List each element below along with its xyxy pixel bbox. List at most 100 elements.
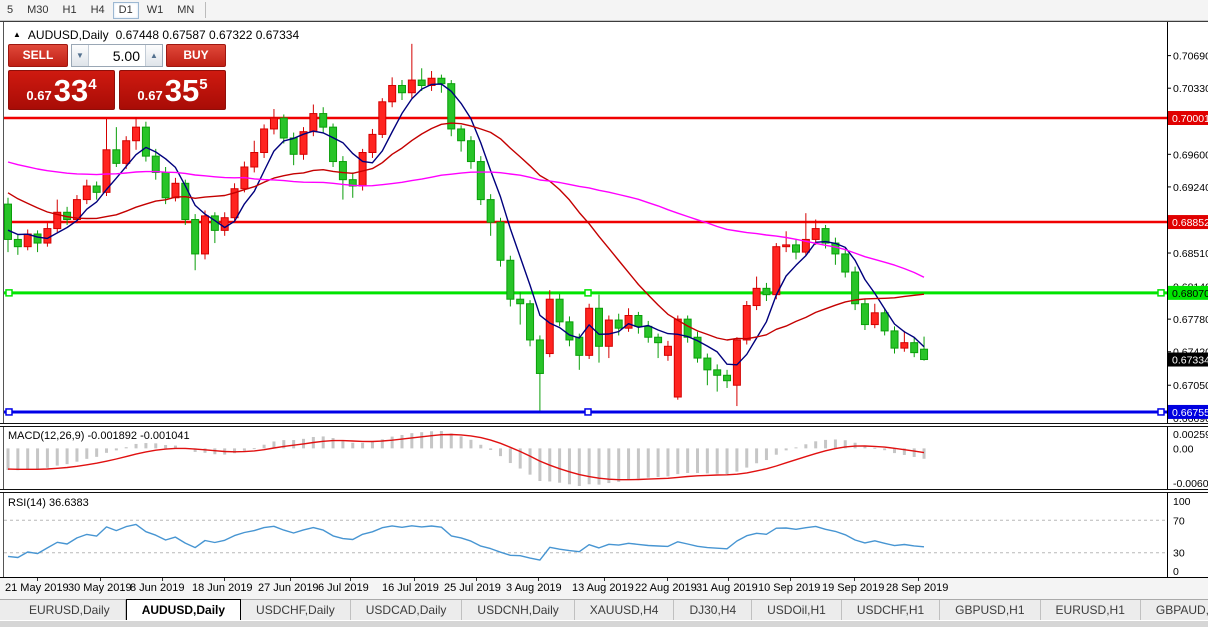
timeframe-toolbar: 5M30H1H4D1W1MN	[0, 0, 1208, 21]
timeframe-button-h1[interactable]: H1	[57, 2, 83, 19]
svg-text:0.67050: 0.67050	[1173, 380, 1208, 392]
macd-panel-label: MACD(12,26,9) -0.001892 -0.001041	[8, 430, 190, 442]
one-click-trade-panel: SELL ▼ ▲ BUY 0.67 33 4 0.67 35 5	[8, 44, 226, 110]
chart-tab-eurusd-h1[interactable]: EURUSD,H1	[1041, 600, 1141, 620]
svg-text:70: 70	[1173, 515, 1185, 527]
date-tick-mark	[100, 578, 101, 581]
buy-price-big-digits: 35	[165, 76, 199, 106]
svg-text:30: 30	[1173, 548, 1185, 560]
date-tick-mark	[604, 578, 605, 581]
date-label: 25 Jul 2019	[444, 582, 501, 594]
date-tick-mark	[37, 578, 38, 581]
svg-text:0.67780: 0.67780	[1173, 314, 1208, 326]
chart-tab-gbpaud-h1[interactable]: GBPAUD,H1	[1141, 600, 1208, 620]
sell-price-box[interactable]: 0.67 33 4	[8, 70, 115, 110]
svg-text:0.70330: 0.70330	[1173, 83, 1208, 95]
date-label: 13 Aug 2019	[572, 582, 634, 594]
chart-tab-dj30-h4[interactable]: DJ30,H4	[674, 600, 752, 620]
svg-text:0.67334: 0.67334	[1172, 355, 1208, 367]
chart-ohlc-header: ▲ AUDUSD,Daily 0.67448 0.67587 0.67322 0…	[13, 28, 299, 42]
sell-price-pip-digit: 4	[88, 76, 96, 93]
rsi-indicator-canvas[interactable]: 100 70 30 0	[0, 493, 1208, 578]
svg-text:0.002592: 0.002592	[1173, 429, 1208, 441]
date-tick-mark	[918, 578, 919, 581]
timeframe-button-5[interactable]: 5	[1, 2, 19, 19]
chart-tab-usdoil-h1[interactable]: USDOil,H1	[752, 600, 842, 620]
rsi-name: RSI(14)	[8, 497, 46, 509]
macd-values: -0.001892 -0.001041	[87, 430, 189, 442]
chart-tab-audusd-daily[interactable]: AUDUSD,Daily	[126, 599, 241, 620]
sell-button[interactable]: SELL	[8, 44, 68, 67]
chart-ohlc-values: 0.67448 0.67587 0.67322 0.67334	[116, 28, 300, 42]
svg-text:0.00: 0.00	[1173, 443, 1194, 455]
date-tick-mark	[728, 578, 729, 581]
chart-symbol-label: AUDUSD,Daily	[28, 28, 109, 42]
date-tick-mark	[476, 578, 477, 581]
date-tick-mark	[162, 578, 163, 581]
date-tick-mark	[290, 578, 291, 581]
svg-text:0.68510: 0.68510	[1173, 248, 1208, 260]
chart-tab-bar: EURUSD,DailyAUDUSD,DailyUSDCHF,DailyUSDC…	[0, 599, 1208, 620]
date-label: 31 Aug 2019	[696, 582, 758, 594]
svg-text:0: 0	[1173, 566, 1179, 578]
collapse-panel-icon[interactable]: ▲	[13, 30, 21, 39]
date-tick-mark	[790, 578, 791, 581]
status-strip	[0, 620, 1208, 627]
date-label: 8 Jun 2019	[130, 582, 184, 594]
date-label: 30 May 2019	[68, 582, 132, 594]
date-tick-mark	[224, 578, 225, 581]
svg-text:0.68852: 0.68852	[1172, 217, 1208, 229]
date-tick-mark	[538, 578, 539, 581]
date-label: 18 Jun 2019	[192, 582, 253, 594]
chart-tab-eurusd-daily[interactable]: EURUSD,Daily	[14, 600, 126, 620]
date-label: 21 May 2019	[5, 582, 69, 594]
date-tick-mark	[667, 578, 668, 581]
timeframe-button-d1[interactable]: D1	[113, 2, 139, 19]
date-label: 19 Sep 2019	[822, 582, 884, 594]
volume-increase-icon[interactable]: ▲	[145, 45, 162, 66]
chart-tab-usdcnh-daily[interactable]: USDCNH,Daily	[462, 600, 574, 620]
svg-text:0.68070: 0.68070	[1172, 288, 1208, 300]
svg-text:100: 100	[1173, 496, 1191, 508]
timeframe-button-h4[interactable]: H4	[85, 2, 111, 19]
buy-button[interactable]: BUY	[166, 44, 226, 67]
date-axis[interactable]: 21 May 201930 May 20198 Jun 2019 18 Jun 2…	[0, 578, 1208, 599]
sell-price-prefix: 0.67	[26, 86, 51, 106]
date-tick-mark	[414, 578, 415, 581]
timeframe-button-w1[interactable]: W1	[141, 2, 170, 19]
svg-text:-0.00602: -0.00602	[1173, 478, 1208, 489]
rsi-panel-label: RSI(14) 36.6383	[8, 497, 89, 509]
trading-platform-window: 5M30H1H4D1W1MN 0.706900.703300.699700.69…	[0, 0, 1208, 627]
timeframe-button-mn[interactable]: MN	[171, 2, 200, 19]
volume-decrease-icon[interactable]: ▼	[72, 45, 89, 66]
chart-tab-gbpusd-h1[interactable]: GBPUSD,H1	[940, 600, 1040, 620]
date-label: 6 Jul 2019	[318, 582, 369, 594]
chart-tab-usdcad-daily[interactable]: USDCAD,Daily	[351, 600, 463, 620]
buy-price-prefix: 0.67	[137, 86, 162, 106]
chart-tab-usdchf-h1[interactable]: USDCHF,H1	[842, 600, 940, 620]
chart-tab-usdchf-daily[interactable]: USDCHF,Daily	[241, 600, 351, 620]
rsi-value: 36.6383	[49, 497, 89, 509]
date-tick-mark	[350, 578, 351, 581]
svg-text:0.69600: 0.69600	[1173, 149, 1208, 161]
volume-input[interactable]	[89, 45, 145, 66]
svg-text:0.66755: 0.66755	[1172, 407, 1208, 419]
date-label: 28 Sep 2019	[886, 582, 948, 594]
date-label: 27 Jun 2019	[258, 582, 319, 594]
date-tick-mark	[854, 578, 855, 581]
date-label: 10 Sep 2019	[758, 582, 820, 594]
svg-text:0.69240: 0.69240	[1173, 182, 1208, 194]
macd-name: MACD(12,26,9)	[8, 430, 84, 442]
svg-text:0.70690: 0.70690	[1173, 51, 1208, 63]
buy-price-box[interactable]: 0.67 35 5	[119, 70, 226, 110]
svg-text:0.70001: 0.70001	[1172, 113, 1208, 125]
timeframe-button-m30[interactable]: M30	[21, 2, 54, 19]
buy-price-pip-digit: 5	[199, 76, 207, 93]
chart-tab-xauusd-h4[interactable]: XAUUSD,H4	[575, 600, 675, 620]
volume-spinner: ▼ ▲	[71, 44, 163, 67]
date-label: 16 Jul 2019	[382, 582, 439, 594]
toolbar-separator	[205, 2, 206, 18]
sell-price-big-digits: 33	[54, 76, 88, 106]
date-label: 3 Aug 2019	[506, 582, 562, 594]
date-label: 22 Aug 2019	[635, 582, 697, 594]
